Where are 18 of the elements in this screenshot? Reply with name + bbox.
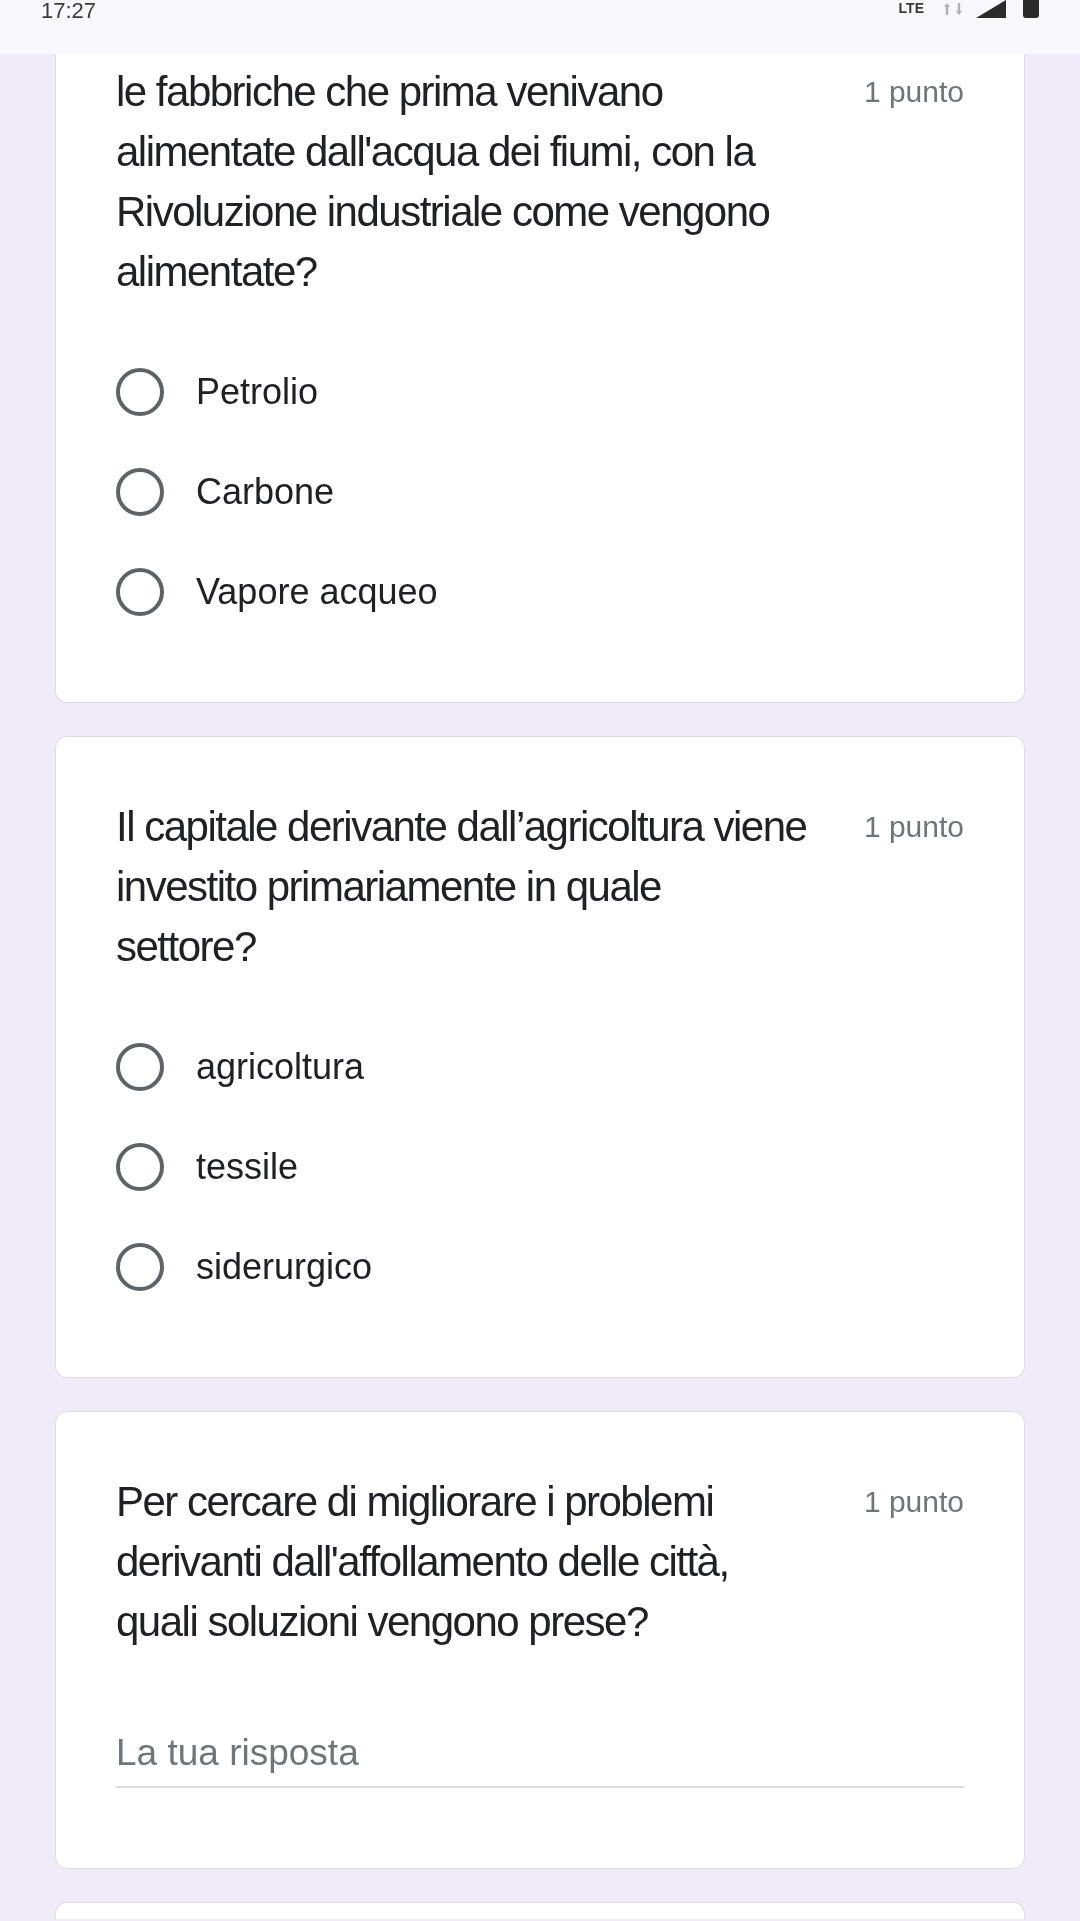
points-label: 1 punto	[863, 74, 964, 110]
question-text: le fabbriche che prima venivano alimentate dall'acqua dei fiumi, con la Rivoluzione industriale come vengono alimentate?	[116, 67, 771, 297]
points-label: 1 punto	[863, 809, 964, 845]
points-label: 1 punto	[863, 1484, 964, 1520]
radio-option[interactable]: Petrolio	[116, 368, 319, 416]
radio-option[interactable]: siderurgico	[116, 1243, 373, 1291]
battery-icon	[1023, 0, 1039, 18]
answer-field[interactable]: La tua risposta	[116, 1728, 964, 1788]
data-arrows-icon	[942, 3, 964, 15]
question-text: Per cercare di migliorare i problemi derivanti dall'affollamento delle città, quali soluzioni vengono prese?	[116, 1477, 730, 1647]
radio-option[interactable]: agricoltura	[116, 1043, 365, 1091]
question-text: Il capitale derivante dall’agricoltura viene investito primariamente in quale settore?	[116, 802, 808, 972]
radio-option[interactable]: Carbone	[116, 468, 335, 516]
status-time: 17:27	[41, 0, 97, 22]
signal-icon	[976, 0, 1006, 18]
radio-option[interactable]: Vapore acqueo	[116, 568, 438, 616]
network-label: LTE	[898, 0, 924, 16]
radio-option[interactable]: tessile	[116, 1143, 299, 1191]
